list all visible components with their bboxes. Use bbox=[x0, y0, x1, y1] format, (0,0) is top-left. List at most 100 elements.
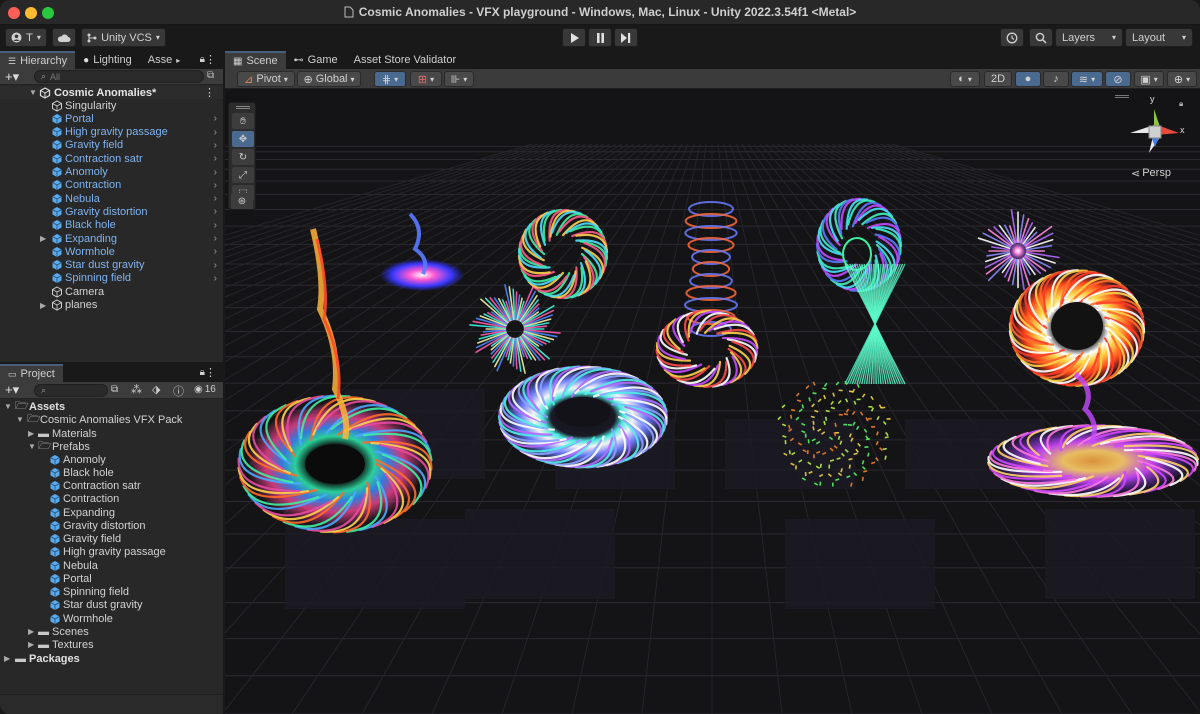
move-tool-button[interactable]: ✥ bbox=[232, 131, 254, 147]
close-window-button[interactable] bbox=[8, 7, 20, 19]
play-button[interactable] bbox=[562, 28, 586, 47]
pivot-toggle[interactable]: ⊿ Pivot ▾ bbox=[237, 71, 295, 87]
hierarchy-item[interactable]: Spinning field › bbox=[0, 272, 223, 285]
tab-project[interactable]: ▭ Project bbox=[0, 364, 63, 382]
chevron-right-icon[interactable]: › bbox=[214, 153, 217, 164]
increment-snap-toggle[interactable]: ⊞ ▾ bbox=[410, 71, 442, 87]
prefab-asset-item[interactable]: Contraction bbox=[0, 493, 223, 506]
prefab-asset-item[interactable]: Star dust gravity bbox=[0, 599, 223, 612]
chevron-right-icon[interactable]: › bbox=[214, 127, 217, 138]
layout-dropdown[interactable]: Layout ▾ bbox=[1125, 28, 1193, 47]
project-search-input[interactable]: ⌕ bbox=[34, 384, 108, 397]
prefabs-folder-row[interactable]: ▼ 🗁︎ Prefabs bbox=[0, 440, 223, 453]
chevron-right-icon[interactable]: › bbox=[214, 206, 217, 217]
prefab-asset-item[interactable]: Wormhole bbox=[0, 612, 223, 625]
lock-icon[interactable]: 🔒︎ bbox=[1179, 99, 1183, 109]
packages-folder-row[interactable]: ▶ ▬ Packages bbox=[0, 652, 223, 665]
expand-arrow-icon[interactable]: ▶ bbox=[40, 301, 46, 310]
materials-folder-row[interactable]: ▶ ▬ Materials bbox=[0, 427, 223, 440]
hierarchy-item[interactable]: Singularity bbox=[0, 99, 223, 112]
version-control-dropdown[interactable]: Unity VCS ▾ bbox=[81, 28, 166, 47]
hierarchy-item[interactable]: Star dust gravity › bbox=[0, 259, 223, 272]
step-button[interactable] bbox=[614, 28, 638, 47]
chevron-right-icon[interactable]: › bbox=[214, 220, 217, 231]
hierarchy-item[interactable]: Camera bbox=[0, 285, 223, 298]
warning-icon[interactable]: ⓘ bbox=[173, 383, 184, 399]
prefab-asset-item[interactable]: Expanding bbox=[0, 506, 223, 519]
hierarchy-item[interactable]: Nebula › bbox=[0, 192, 223, 205]
prefab-asset-item[interactable]: Anomoly bbox=[0, 453, 223, 466]
expand-arrow-icon[interactable]: ▶ bbox=[28, 640, 34, 649]
prefab-asset-item[interactable]: Black hole bbox=[0, 466, 223, 479]
hierarchy-item[interactable]: Gravity distortion › bbox=[0, 205, 223, 218]
hierarchy-item[interactable]: Anomoly › bbox=[0, 166, 223, 179]
hierarchy-item[interactable]: High gravity passage › bbox=[0, 126, 223, 139]
align-toggle[interactable]: ⊪ ▾ bbox=[444, 71, 474, 87]
hierarchy-item[interactable]: Portal › bbox=[0, 112, 223, 125]
drag-handle[interactable] bbox=[236, 106, 250, 109]
transform-tool-button[interactable]: ⊛ bbox=[231, 193, 253, 209]
search-by-type-icon[interactable]: ⧉ bbox=[111, 384, 118, 395]
expand-arrow-icon[interactable]: ▶ bbox=[4, 654, 10, 663]
gizmos-dropdown[interactable]: ⊕ ▾ bbox=[1167, 71, 1197, 87]
chevron-right-icon[interactable]: › bbox=[214, 193, 217, 204]
minimize-window-button[interactable] bbox=[25, 7, 37, 19]
hidden-packages-toggle[interactable]: ◉ 16 bbox=[194, 384, 216, 395]
zoom-window-button[interactable] bbox=[42, 7, 54, 19]
grid-snapping-toggle[interactable]: ⋕ ▾ bbox=[374, 71, 406, 87]
chevron-right-icon[interactable]: › bbox=[214, 113, 217, 124]
search-button[interactable] bbox=[1029, 28, 1053, 47]
gizmo-center-cube[interactable] bbox=[1148, 125, 1162, 139]
hierarchy-item[interactable]: ▶ Expanding › bbox=[0, 232, 223, 245]
hierarchy-item[interactable]: Black hole › bbox=[0, 219, 223, 232]
cloud-button[interactable] bbox=[52, 28, 76, 47]
create-asset-button[interactable]: +▾ bbox=[5, 382, 19, 398]
more-options-icon[interactable]: ⋮ bbox=[204, 86, 215, 99]
tab-scene[interactable]: ▦ Scene bbox=[225, 51, 286, 69]
projection-toggle[interactable]: ⋖ Persp bbox=[1131, 167, 1171, 180]
tab-hierarchy[interactable]: ☰ Hierarchy bbox=[0, 51, 76, 69]
global-toggle[interactable]: ⊕ Global ▾ bbox=[297, 71, 361, 87]
prefab-asset-item[interactable]: High gravity passage bbox=[0, 546, 223, 559]
tab-asset[interactable]: Asse ▸ bbox=[140, 51, 182, 69]
chevron-right-icon[interactable]: › bbox=[214, 233, 217, 244]
chevron-right-icon[interactable]: › bbox=[214, 167, 217, 178]
layers-dropdown[interactable]: Layers ▾ bbox=[1055, 28, 1123, 47]
pause-button[interactable] bbox=[588, 28, 612, 47]
scenes-folder-row[interactable]: ▶ ▬ Scenes bbox=[0, 625, 223, 638]
hierarchy-item[interactable]: Contraction › bbox=[0, 179, 223, 192]
scene-viewport[interactable]: ✋︎ ✥ ↻ ⤢ ⬚ ⊛ y x 🔒︎ ⋖ Persp bbox=[225, 89, 1200, 714]
tab-lighting[interactable]: ● Lighting bbox=[75, 51, 140, 69]
expand-arrow-icon[interactable]: ▶ bbox=[28, 627, 34, 636]
expand-arrow-icon[interactable]: ▼ bbox=[16, 415, 24, 424]
draw-mode-dropdown[interactable]: ◐ ▾ bbox=[950, 71, 980, 87]
pack-folder-row[interactable]: ▼ 🗁︎ Cosmic Anomalies VFX Pack bbox=[0, 413, 223, 426]
hierarchy-item[interactable]: Gravity field › bbox=[0, 139, 223, 152]
expand-arrow-icon[interactable]: ▶ bbox=[28, 429, 34, 438]
lighting-toggle[interactable]: ● bbox=[1015, 71, 1041, 87]
camera-settings-dropdown[interactable]: ▣ ▾ bbox=[1134, 71, 1164, 87]
effects-toggle[interactable]: ≋ ▾ bbox=[1071, 71, 1103, 87]
chevron-right-icon[interactable]: › bbox=[214, 140, 217, 151]
hierarchy-item[interactable]: ▶ planes bbox=[0, 299, 223, 312]
hierarchy-item[interactable]: Wormhole › bbox=[0, 245, 223, 258]
more-options-icon[interactable]: ⋮ bbox=[205, 366, 216, 379]
2d-toggle[interactable]: 2D bbox=[984, 71, 1012, 87]
filter-icon[interactable]: ⧉ bbox=[207, 70, 214, 81]
prefab-asset-item[interactable]: Spinning field bbox=[0, 586, 223, 599]
prefab-asset-item[interactable]: Gravity field bbox=[0, 533, 223, 546]
expand-arrow-icon[interactable]: ▼ bbox=[28, 442, 36, 451]
hierarchy-search-input[interactable]: ⌕ All bbox=[34, 70, 204, 83]
history-button[interactable] bbox=[1000, 28, 1024, 47]
hierarchy-item[interactable]: Contraction satr › bbox=[0, 152, 223, 165]
chevron-right-icon[interactable]: › bbox=[214, 260, 217, 271]
scene-root-row[interactable]: ▼ Cosmic Anomalies* ⋮ bbox=[0, 86, 223, 99]
prefab-asset-item[interactable]: Portal bbox=[0, 572, 223, 585]
rotate-tool-button[interactable]: ↻ bbox=[232, 149, 254, 165]
account-dropdown[interactable]: T ▾ bbox=[5, 28, 47, 47]
expand-arrow-icon[interactable]: ▼ bbox=[4, 402, 12, 411]
expand-arrow-icon[interactable]: ▶ bbox=[40, 234, 46, 243]
textures-folder-row[interactable]: ▶ ▬ Textures bbox=[0, 638, 223, 651]
audio-toggle[interactable]: ♪ bbox=[1043, 71, 1069, 87]
hidden-objects-toggle[interactable]: ⊘ bbox=[1105, 71, 1131, 87]
